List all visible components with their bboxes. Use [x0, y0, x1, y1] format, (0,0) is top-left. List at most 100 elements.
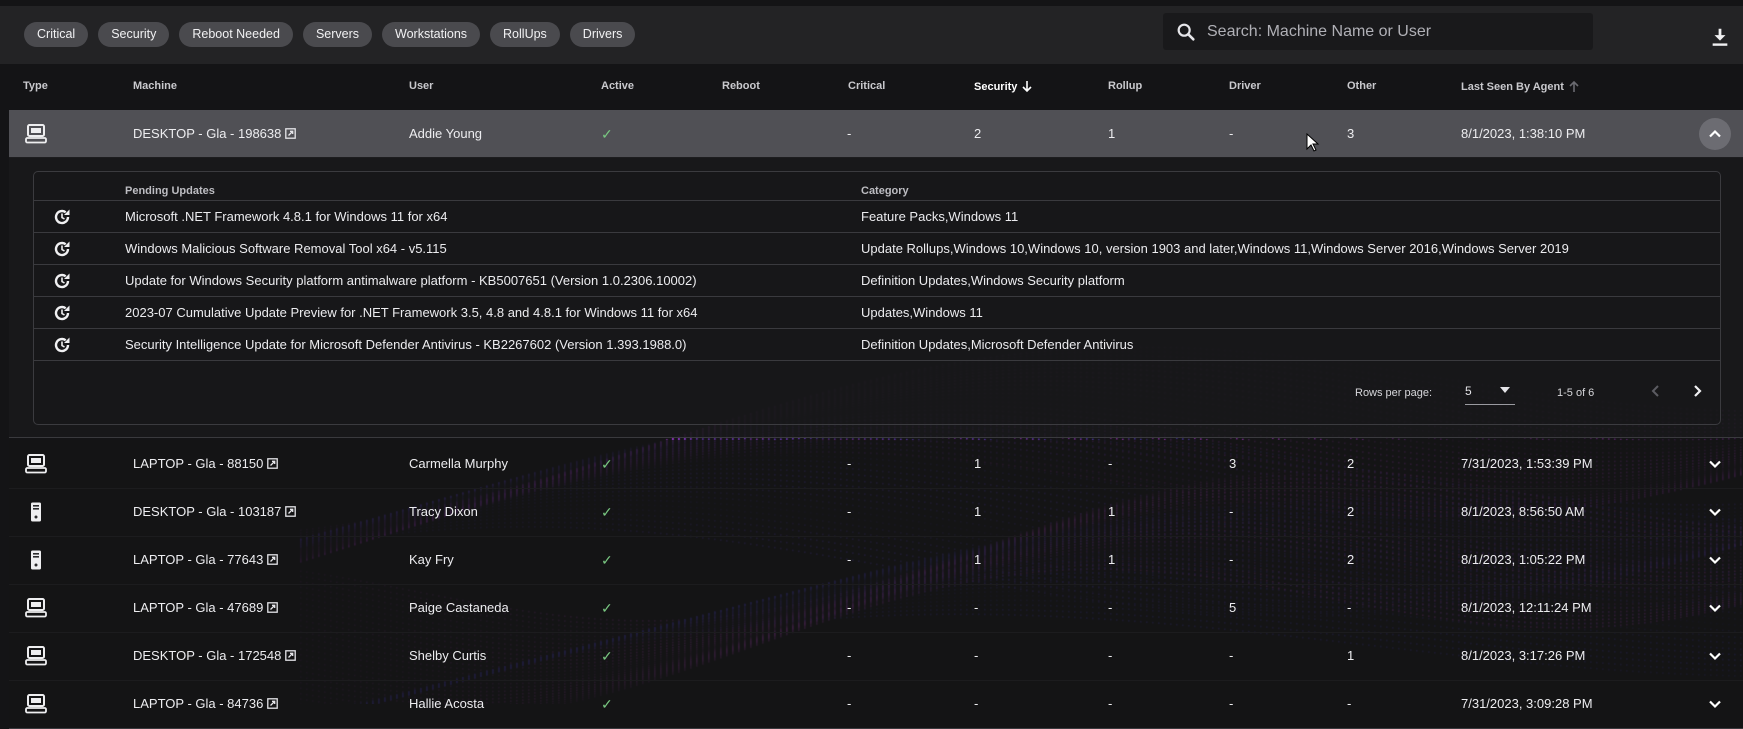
active-check-icon: ✓ — [601, 600, 613, 616]
col-type[interactable]: Type — [23, 80, 48, 92]
expand-row-button[interactable] — [1699, 592, 1731, 624]
expand-row-button[interactable] — [1699, 496, 1731, 528]
last-seen-cell: 8/1/2023, 1:38:10 PM — [1461, 126, 1586, 141]
expand-row-button[interactable] — [1699, 688, 1731, 720]
external-link-icon[interactable] — [267, 602, 279, 613]
critical-cell: - — [847, 456, 852, 471]
chevron-up-icon — [1709, 129, 1721, 138]
expand-row-button[interactable] — [1699, 448, 1731, 480]
security-cell: - — [974, 696, 979, 711]
table-row[interactable]: DESKTOP - Gla - 103187 Tracy Dixon ✓ - 1 1 - 2 8… — [9, 488, 1743, 537]
col-user[interactable]: User — [409, 80, 433, 92]
table-row[interactable]: LAPTOP - Gla - 84736 Hallie Acosta ✓ - - - - - 7… — [9, 680, 1743, 729]
refresh-icon — [54, 209, 70, 225]
other-cell: 2 — [1347, 552, 1355, 567]
table-header: Type Machine User Active Reboot Critical… — [0, 64, 1743, 110]
chevron-down-icon — [1709, 604, 1721, 613]
expand-row-button[interactable] — [1699, 640, 1731, 672]
col-last-seen-label: Last Seen By Agent — [1461, 81, 1564, 93]
update-name: 2023-07 Cumulative Update Preview for .N… — [125, 305, 698, 320]
col-last-seen[interactable]: Last Seen By Agent — [1461, 80, 1580, 93]
collapse-row-button[interactable] — [1699, 118, 1731, 150]
chevron-right-icon[interactable] — [1684, 378, 1710, 404]
col-security[interactable]: Security — [974, 80, 1033, 93]
search-box[interactable] — [1163, 13, 1593, 50]
last-seen-cell: 8/1/2023, 3:17:26 PM — [1461, 648, 1586, 663]
machine-cell: LAPTOP - Gla - 47689 — [133, 584, 279, 632]
col-machine[interactable]: Machine — [133, 80, 177, 92]
pending-update-row: Security Intelligence Update for Microso… — [34, 328, 1720, 361]
pending-update-row: 2023-07 Cumulative Update Preview for .N… — [34, 296, 1720, 329]
filter-bar: Critical Security Reboot Needed Servers Work… — [0, 6, 1743, 64]
rollup-cell: - — [1108, 696, 1113, 711]
search-input[interactable] — [1205, 21, 1589, 42]
table-row[interactable]: LAPTOP - Gla - 47689 Paige Castaneda ✓ - - - 5… — [9, 584, 1743, 633]
filter-chip-workstations[interactable]: Workstations — [382, 22, 481, 47]
last-seen-cell: 8/1/2023, 12:11:24 PM — [1461, 600, 1592, 615]
filter-chip-servers[interactable]: Servers — [302, 22, 373, 47]
chevron-left-icon[interactable] — [1643, 378, 1669, 404]
search-icon — [1177, 23, 1195, 41]
driver-cell: 5 — [1229, 600, 1237, 615]
refresh-icon — [54, 337, 70, 353]
desktop-icon — [25, 694, 47, 714]
refresh-icon — [54, 305, 70, 321]
filter-chip-security[interactable]: Security — [98, 22, 170, 47]
external-link-icon[interactable] — [267, 458, 279, 469]
col-reboot[interactable]: Reboot — [722, 80, 760, 92]
user-cell: Paige Castaneda — [409, 600, 509, 615]
machine-name: DESKTOP - Gla - 172548 — [133, 648, 282, 663]
critical-cell: - — [847, 600, 852, 615]
external-link-icon[interactable] — [267, 554, 279, 565]
col-active[interactable]: Active — [601, 80, 634, 92]
table-row[interactable]: DESKTOP - Gla - 172548 Shelby Curtis ✓ - - - -… — [9, 632, 1743, 681]
col-driver[interactable]: Driver — [1229, 80, 1261, 92]
driver-cell: 3 — [1229, 456, 1237, 471]
filter-chip-reboot-needed[interactable]: Reboot Needed — [179, 22, 293, 47]
machine-cell: DESKTOP - Gla - 103187 — [133, 488, 297, 536]
tower-icon — [31, 550, 41, 570]
pending-updates-header: Pending Updates — [125, 185, 215, 197]
update-category: Update Rollups,Windows 10,Windows 10, ve… — [861, 241, 1569, 256]
external-link-icon[interactable] — [285, 506, 297, 517]
filter-chip-drivers[interactable]: Drivers — [569, 22, 636, 47]
external-link-icon[interactable] — [285, 128, 297, 139]
user-cell: Addie Young — [409, 126, 483, 141]
table-row[interactable]: LAPTOP - Gla - 88150 Carmella Murphy ✓ - 1 - 3… — [9, 440, 1743, 489]
rollup-cell: - — [1108, 456, 1113, 471]
rows-per-page-select[interactable]: 5 — [1465, 380, 1515, 405]
row-detail-panel: Pending Updates Category Rows per page: … — [9, 157, 1743, 438]
desktop-icon — [25, 454, 47, 474]
machine-cell: DESKTOP - Gla - 172548 — [133, 632, 297, 680]
critical-cell: - — [847, 648, 852, 663]
external-link-icon[interactable] — [285, 650, 297, 661]
col-rollup[interactable]: Rollup — [1108, 80, 1142, 92]
filter-chip-rollups[interactable]: RollUps — [490, 22, 560, 47]
driver-cell: - — [1229, 126, 1234, 141]
table-row[interactable]: LAPTOP - Gla - 77643 Kay Fry ✓ - 1 1 - 2 8/1/202… — [9, 536, 1743, 585]
update-category: Feature Packs,Windows 11 — [861, 209, 1019, 224]
sort-desc-arrow-icon — [1022, 81, 1032, 93]
update-category: Updates,Windows 11 — [861, 305, 983, 320]
driver-cell: - — [1229, 552, 1234, 567]
refresh-icon — [54, 241, 70, 257]
security-cell: 1 — [974, 456, 982, 471]
expand-row-button[interactable] — [1699, 544, 1731, 576]
security-cell: 1 — [974, 504, 982, 519]
pagination-range: 1-5 of 6 — [1557, 387, 1595, 399]
table-row[interactable]: DESKTOP - Gla - 198638 Addie Young ✓ - 2 1 - 3 8… — [9, 110, 1743, 158]
filter-chip-critical[interactable]: Critical — [24, 22, 89, 47]
driver-cell: - — [1229, 648, 1234, 663]
dropdown-arrow-icon — [1500, 387, 1510, 393]
col-other[interactable]: Other — [1347, 80, 1376, 92]
active-check-icon: ✓ — [601, 648, 613, 664]
download-icon[interactable] — [1709, 26, 1731, 48]
machine-name: DESKTOP - Gla - 198638 — [133, 126, 282, 141]
user-cell: Carmella Murphy — [409, 456, 508, 471]
critical-cell: - — [847, 552, 852, 567]
col-critical[interactable]: Critical — [848, 80, 885, 92]
active-check-icon: ✓ — [601, 552, 613, 568]
last-seen-cell: 7/31/2023, 1:53:39 PM — [1461, 456, 1593, 471]
update-name: Update for Windows Security platform ant… — [125, 273, 697, 288]
other-cell: 2 — [1347, 504, 1355, 519]
